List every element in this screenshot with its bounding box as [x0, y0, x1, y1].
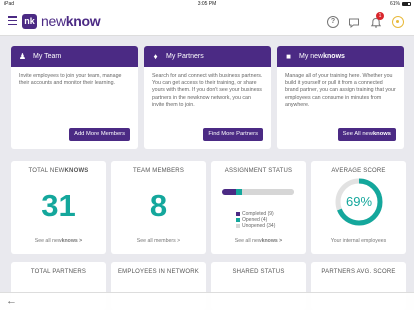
newknow-icon: ■: [286, 52, 291, 61]
assignment-status-card: ASSIGNMENT STATUS Completed (9) Opened (4…: [211, 161, 306, 254]
my-newknows-title-prefix: My new: [299, 53, 324, 60]
top-nav: nk newknow ? 1: [0, 8, 414, 36]
help-icon[interactable]: ?: [327, 16, 339, 28]
average-score-value: 69%: [345, 194, 373, 209]
add-more-members-button[interactable]: Add More Members: [69, 128, 130, 141]
see-all-newknows-suffix: knows: [372, 131, 391, 137]
legend-swatch: [236, 211, 240, 216]
assignments-link-prefix: See all new: [234, 238, 262, 244]
bottom-bar: ←: [0, 292, 414, 310]
see-all-newknows-prefix: See All new: [342, 131, 373, 137]
see-all-newknows-link[interactable]: See all newknows >: [11, 238, 106, 244]
assignment-status-legend: Completed (9) Opened (4) Unopened (34): [236, 211, 275, 230]
menu-icon[interactable]: [8, 16, 17, 26]
see-all-link-suffix: knows >: [61, 238, 83, 244]
total-partners-title: TOTAL PARTNERS: [30, 269, 87, 275]
shared-status-title: SHARED STATUS: [232, 269, 285, 275]
see-all-members-link[interactable]: See all members >: [111, 238, 206, 244]
average-score-caption: Your internal employees: [330, 238, 387, 244]
status-time: 3:05 PM: [197, 1, 217, 7]
total-newknows-title-suffix: KNOWS: [64, 168, 89, 174]
see-all-newknows-button[interactable]: See All newknows: [337, 128, 396, 141]
logo-icon[interactable]: nk: [22, 14, 37, 29]
legend-item: Unopened (34): [236, 223, 275, 229]
see-all-assignments-link[interactable]: See all newknows >: [211, 238, 306, 244]
battery-icon: [402, 2, 411, 6]
legend-label: Completed (9): [242, 211, 274, 217]
team-members-value: 8: [149, 188, 168, 223]
my-newknows-card: ■ My newknows Manage all of your trainin…: [277, 46, 404, 149]
average-score-card: AVERAGE SCORE 69% Your internal employee…: [311, 161, 406, 254]
partners-avg-score-title: PARTNERS AVG. SCORE: [321, 269, 396, 275]
team-icon: ♟: [18, 52, 27, 61]
assignment-status-title: ASSIGNMENT STATUS: [224, 168, 293, 174]
my-newknows-description: Manage all of your training here. Whethe…: [285, 73, 396, 108]
status-bar: iPad 3:05 PM 61%: [0, 0, 414, 8]
assignments-link-suffix: knows >: [261, 238, 283, 244]
see-all-link-prefix: See all new: [34, 238, 62, 244]
total-newknows-value: 31: [41, 188, 76, 223]
brand-logo[interactable]: newknow: [41, 13, 101, 29]
legend-label: Opened (4): [242, 217, 268, 224]
employees-in-network-title: EMPLOYEES IN NETWORK: [117, 269, 199, 275]
legend-swatch: [236, 224, 240, 229]
my-team-title: My Team: [33, 53, 62, 60]
team-members-title: TEAM MEMBERS: [132, 168, 185, 174]
status-segment-2: [241, 189, 294, 195]
back-arrow-icon[interactable]: ←: [6, 295, 17, 307]
average-score-title: AVERAGE SCORE: [331, 168, 386, 174]
total-newknows-card: TOTAL NEWKNOWS 31 See all newknows >: [11, 161, 106, 254]
status-segment-0: [222, 189, 236, 195]
my-partners-title: My Partners: [166, 53, 204, 60]
brand-prefix: new: [41, 13, 66, 29]
assignment-status-bar: [222, 189, 294, 195]
brand-suffix: know: [65, 13, 101, 29]
notification-badge: 1: [376, 12, 384, 20]
my-team-description: Invite employees to join your team, mana…: [19, 73, 122, 87]
total-newknows-title: TOTAL NEWKNOWS: [11, 168, 106, 174]
legend-label: Unopened (34): [242, 223, 276, 230]
my-partners-description: Search for and connect with business par…: [152, 73, 263, 108]
my-team-header: ♟ My Team: [11, 46, 138, 67]
my-newknows-header: ■ My newknows: [277, 46, 404, 67]
my-partners-header: ♦ My Partners: [144, 46, 271, 67]
legend-swatch: [236, 217, 240, 222]
find-more-partners-button[interactable]: Find More Partners: [203, 128, 263, 141]
team-members-card: TEAM MEMBERS 8 See all members >: [111, 161, 206, 254]
my-newknows-title-suffix: knows: [323, 53, 345, 60]
user-icon[interactable]: [392, 16, 404, 28]
message-icon[interactable]: [348, 16, 360, 29]
my-team-card: ♟ My Team Invite employees to join your …: [11, 46, 138, 149]
total-newknows-title-prefix: TOTAL NEW: [28, 168, 65, 174]
partners-icon: ♦: [153, 52, 158, 61]
battery-level: 61%: [389, 1, 400, 7]
my-partners-card: ♦ My Partners Search for and connect wit…: [144, 46, 271, 149]
